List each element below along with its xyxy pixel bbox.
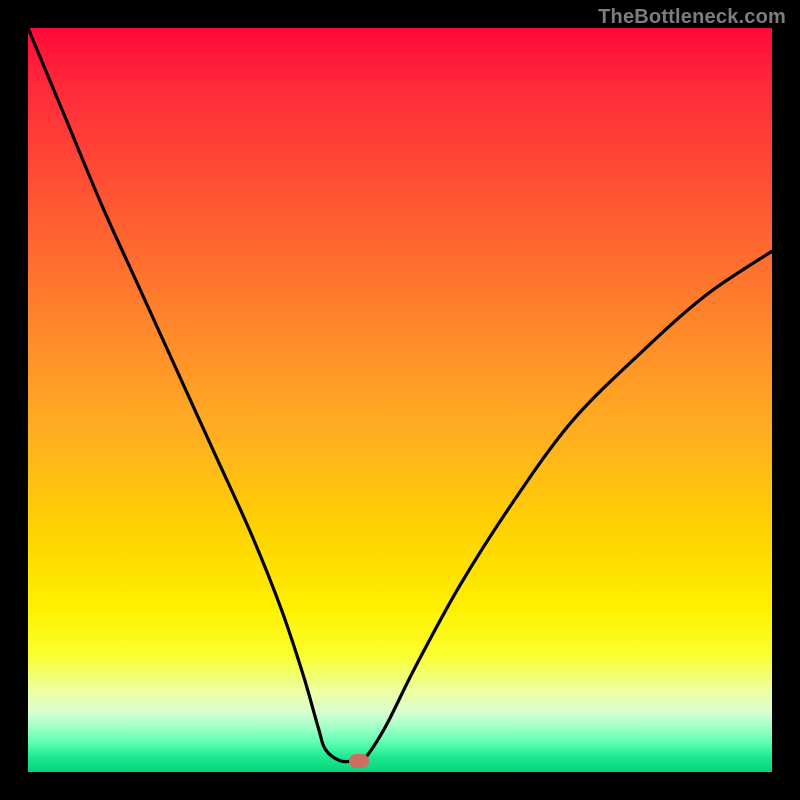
optimal-point-marker [349,754,369,768]
chart-frame: TheBottleneck.com [0,0,800,800]
bottleneck-curve [28,28,772,772]
watermark-text: TheBottleneck.com [598,6,786,29]
plot-area [28,28,772,772]
